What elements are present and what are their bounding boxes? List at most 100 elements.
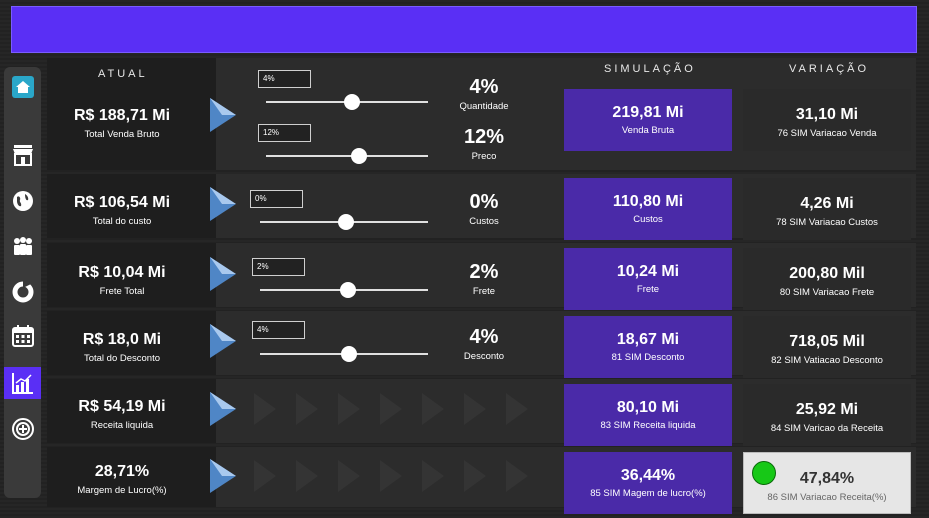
- pct-value: 4%: [469, 326, 499, 348]
- play-arrow-icon[interactable]: [208, 390, 238, 428]
- ghost-arrow-icon: [422, 460, 444, 492]
- desconto-input[interactable]: 4%: [252, 321, 305, 339]
- sim-value: 80,10 Mi: [616, 399, 680, 416]
- kpi-value: R$ 106,54 Mi: [73, 194, 171, 211]
- sim-margem: 36,44% 85 SIM Magem de lucro(%): [564, 452, 732, 514]
- var-value: 31,10 Mi: [795, 106, 859, 123]
- play-arrow-icon[interactable]: [208, 255, 238, 293]
- kpi-label: Margem de Lucro(%): [77, 485, 167, 496]
- play-arrow-icon[interactable]: [208, 185, 238, 223]
- preco-input[interactable]: 12%: [258, 124, 311, 142]
- pct-label: Preco: [471, 151, 497, 162]
- var-margem: 47,84% 86 SIM Variacao Receita(%): [743, 452, 911, 514]
- quantidade-slider[interactable]: [266, 94, 428, 110]
- ghost-arrow-icon: [380, 393, 402, 425]
- kpi-atual-frete: R$ 10,04 Mi Frete Total: [47, 264, 197, 297]
- pct-value: 0%: [469, 191, 499, 213]
- people-icon[interactable]: [4, 230, 41, 262]
- sim-value: 110,80 Mi: [612, 193, 684, 210]
- ghost-arrow-icon: [296, 460, 318, 492]
- slider-knob[interactable]: [344, 94, 360, 110]
- header-variacao: VARIAÇÃO: [789, 63, 870, 75]
- play-arrow-icon[interactable]: [208, 322, 238, 360]
- ghost-arrow-icon: [506, 460, 528, 492]
- pct-label: Desconto: [463, 351, 505, 362]
- slider-knob[interactable]: [338, 214, 354, 230]
- donut-chart-icon[interactable]: [4, 276, 41, 308]
- desconto-slider[interactable]: [260, 346, 428, 362]
- slider-knob[interactable]: [351, 148, 367, 164]
- pct-custos: 0% Custos: [444, 191, 524, 227]
- var-value: 718,05 Mil: [789, 333, 865, 350]
- kpi-atual-receita: R$ 54,19 Mi Receita liquida: [47, 398, 197, 431]
- calendar-icon[interactable]: [4, 320, 41, 352]
- kpi-label: Receita liquida: [90, 420, 154, 431]
- kpi-label: Frete Total: [99, 286, 145, 297]
- var-receita: 25,92 Mi 84 SIM Varicao da Receita: [743, 384, 911, 446]
- pct-value: 2%: [469, 261, 499, 283]
- sim-value: 18,67 Mi: [616, 331, 680, 348]
- var-custos: 4,26 Mi 78 SIM Variacao Custos: [743, 178, 911, 240]
- var-venda: 31,10 Mi 76 SIM Variacao Venda: [743, 89, 911, 151]
- home-icon[interactable]: [4, 71, 41, 103]
- sim-value: 36,44%: [620, 467, 676, 484]
- var-label: 86 SIM Variacao Receita(%): [767, 492, 887, 503]
- sim-desconto: 18,67 Mi 81 SIM Desconto: [564, 316, 732, 378]
- kpi-atual-custo: R$ 106,54 Mi Total do custo: [47, 194, 197, 227]
- preco-slider[interactable]: [266, 148, 428, 164]
- frete-slider[interactable]: [260, 282, 428, 298]
- play-arrow-icon[interactable]: [208, 96, 238, 134]
- pct-quantidade: 4% Quantidade: [444, 76, 524, 112]
- sim-label: 83 SIM Receita liquida: [600, 420, 696, 431]
- sim-label: 85 SIM Magem de lucro(%): [590, 488, 706, 499]
- ghost-arrow-icon: [506, 393, 528, 425]
- top-banner: [11, 6, 917, 53]
- sim-value: 10,24 Mi: [616, 263, 680, 280]
- sim-venda-bruta: 219,81 Mi Venda Bruta: [564, 89, 732, 151]
- kpi-label: Total do Desconto: [83, 353, 161, 364]
- kpi-value: 28,71%: [94, 463, 150, 480]
- ghost-arrow-icon: [380, 460, 402, 492]
- play-arrow-icon[interactable]: [208, 457, 238, 495]
- custos-input[interactable]: 0%: [250, 190, 303, 208]
- store-icon[interactable]: [4, 139, 41, 171]
- sim-label: 81 SIM Desconto: [611, 352, 685, 363]
- quantidade-input[interactable]: 4%: [258, 70, 311, 88]
- var-label: 84 SIM Varicao da Receita: [770, 423, 884, 434]
- var-label: 80 SIM Variacao Frete: [779, 287, 875, 298]
- pct-desconto: 4% Desconto: [444, 326, 524, 362]
- slider-knob[interactable]: [341, 346, 357, 362]
- kpi-atual-margem: 28,71% Margem de Lucro(%): [47, 463, 197, 496]
- kpi-label: Total Venda Bruto: [84, 129, 160, 140]
- pct-value: 4%: [469, 76, 499, 98]
- kpi-value: R$ 10,04 Mi: [78, 264, 166, 281]
- bar-chart-icon[interactable]: [4, 367, 41, 399]
- sim-label: Custos: [633, 214, 663, 225]
- ghost-arrow-icon: [422, 393, 444, 425]
- sim-receita: 80,10 Mi 83 SIM Receita liquida: [564, 384, 732, 446]
- globe-icon[interactable]: [4, 185, 41, 217]
- custos-slider[interactable]: [260, 214, 428, 230]
- var-value: 25,92 Mi: [795, 401, 859, 418]
- ghost-arrow-icon: [464, 460, 486, 492]
- ghost-arrow-icon: [338, 393, 360, 425]
- pct-label: Frete: [472, 286, 496, 297]
- ghost-arrow-icon: [296, 393, 318, 425]
- target-icon[interactable]: [4, 413, 41, 445]
- kpi-value: R$ 54,19 Mi: [78, 398, 166, 415]
- var-label: 78 SIM Variacao Custos: [776, 217, 878, 228]
- var-label: 82 SIM Vatiacao Desconto: [771, 355, 883, 366]
- slider-knob[interactable]: [340, 282, 356, 298]
- var-desconto: 718,05 Mil 82 SIM Vatiacao Desconto: [743, 316, 911, 378]
- header-simulacao: SIMULAÇÃO: [604, 63, 696, 75]
- kpi-value: R$ 188,71 Mi: [73, 107, 171, 124]
- green-dot-icon: [752, 461, 776, 485]
- ghost-arrow-icon: [338, 460, 360, 492]
- var-frete: 200,80 Mil 80 SIM Variacao Frete: [743, 248, 911, 310]
- kpi-label: Total do custo: [92, 216, 152, 227]
- var-value: 4,26 Mi: [800, 195, 854, 212]
- frete-input[interactable]: 2%: [252, 258, 305, 276]
- sidebar-nav: [4, 67, 41, 498]
- sim-label: Frete: [636, 284, 660, 295]
- kpi-value: R$ 18,0 Mi: [82, 331, 162, 348]
